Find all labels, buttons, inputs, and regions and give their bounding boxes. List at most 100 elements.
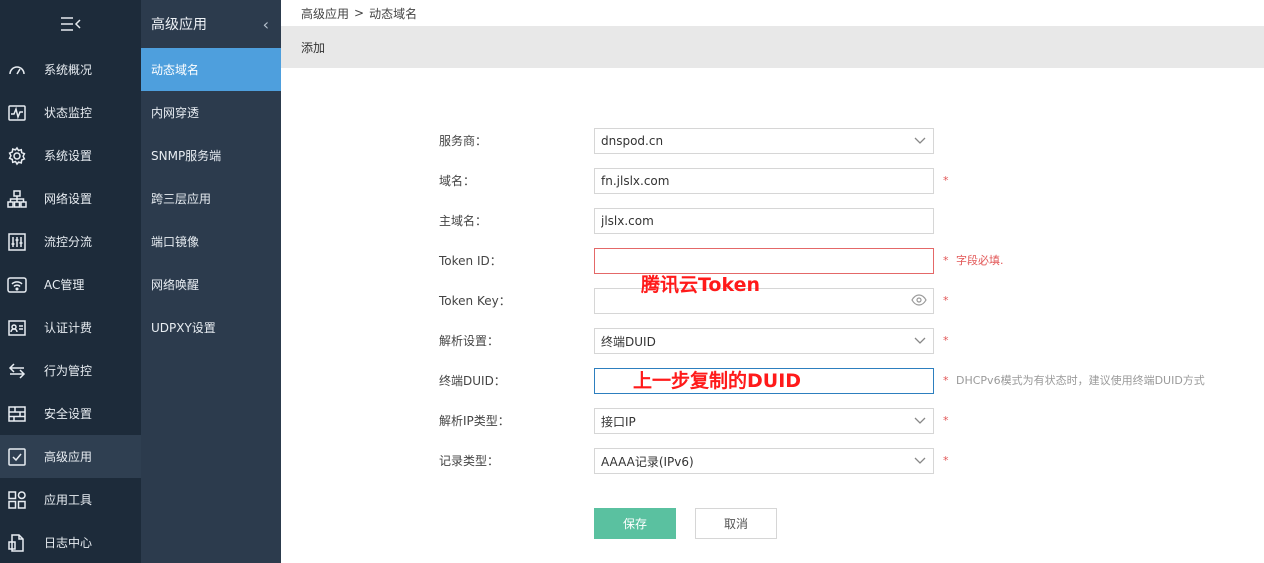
ip-type-select[interactable]: 接口IP	[594, 408, 934, 434]
domain-input[interactable]: fn.jlslx.com	[594, 168, 934, 194]
breadcrumb-parent[interactable]: 高级应用	[301, 5, 349, 22]
subnav-item-wol[interactable]: 网络唤醒	[141, 263, 281, 306]
record-type-select[interactable]: AAAA记录(IPv6)	[594, 448, 934, 474]
checklist-icon	[6, 446, 28, 468]
sidebar-item-auth[interactable]: 认证计费	[0, 306, 141, 349]
sidebar-item-label: 系统概况	[44, 63, 93, 77]
network-icon	[6, 188, 28, 210]
domain-label: 域名：	[439, 174, 476, 188]
form-row-ip-type: 解析IP类型： 接口IP *	[281, 408, 1264, 434]
chevron-left-icon[interactable]: ‹	[263, 15, 269, 34]
apps-icon	[6, 489, 28, 511]
provider-select[interactable]: dnspod.cn	[594, 128, 934, 154]
main-domain-input[interactable]: jlslx.com	[594, 208, 934, 234]
domain-value: fn.jlslx.com	[601, 174, 670, 188]
sidebar-item-label: 安全设置	[44, 407, 93, 421]
provider-label: 服务商：	[439, 134, 488, 148]
sidebar-item-monitor[interactable]: 状态监控	[0, 91, 141, 134]
sidebar-item-behavior[interactable]: 行为管控	[0, 349, 141, 392]
breadcrumb-current: 动态域名	[369, 6, 418, 21]
form-row-provider: 服务商： dnspod.cn	[281, 128, 1264, 154]
required-marker: *	[943, 294, 949, 307]
menu-collapse-icon[interactable]	[0, 0, 141, 48]
primary-sidebar: 系统概况 状态监控 系统设置 网络设置 流控分流 AC管理 认证计费 行为管控 …	[0, 0, 141, 563]
token-id-label: Token ID：	[439, 254, 502, 268]
save-button[interactable]: 保存	[594, 508, 676, 539]
required-marker: *	[943, 414, 949, 427]
secondary-sidebar-title: 高级应用	[151, 17, 207, 33]
sidebar-item-traffic[interactable]: 流控分流	[0, 220, 141, 263]
sidebar-item-label: 状态监控	[44, 106, 93, 120]
sidebar-item-log[interactable]: 日志中心	[0, 521, 141, 563]
subnav-item-udpxy[interactable]: UDPXY设置	[141, 306, 281, 349]
sidebar-item-label: 日志中心	[44, 536, 93, 550]
chevron-down-icon	[913, 134, 927, 148]
subnav-item-ddns[interactable]: 动态域名	[141, 48, 281, 91]
sidebar-item-label: 系统设置	[44, 149, 93, 163]
breadcrumb-separator: >	[354, 6, 365, 20]
form-row-resolve: 解析设置： 终端DUID *	[281, 328, 1264, 354]
required-marker: *	[943, 334, 949, 347]
monitor-icon	[6, 102, 28, 124]
panel-title: 添加	[281, 26, 1264, 68]
sidebar-item-label: 流控分流	[44, 235, 93, 249]
provider-value: dnspod.cn	[601, 134, 664, 148]
chevron-down-icon	[913, 334, 927, 348]
required-marker: *	[943, 454, 949, 467]
ip-type-value: 接口IP	[601, 414, 636, 429]
chevron-down-icon	[913, 454, 927, 468]
sidebar-item-label: 高级应用	[44, 450, 93, 464]
dashboard-icon	[6, 59, 28, 81]
resolve-label: 解析设置：	[439, 334, 500, 348]
sliders-icon	[6, 231, 28, 253]
subnav-item-snmp[interactable]: SNMP服务端	[141, 134, 281, 177]
record-type-label: 记录类型：	[439, 454, 500, 468]
sidebar-item-ac[interactable]: AC管理	[0, 263, 141, 306]
sidebar-item-label: AC管理	[44, 278, 85, 292]
resolve-value: 终端DUID	[601, 334, 656, 349]
sidebar-item-advanced[interactable]: 高级应用	[0, 435, 141, 478]
required-marker: *	[943, 374, 949, 387]
subnav-item-cross-layer3[interactable]: 跨三层应用	[141, 177, 281, 220]
token-id-error: 字段必填.	[956, 254, 1004, 267]
panel-title-text: 添加	[301, 40, 326, 55]
required-marker: *	[943, 254, 949, 267]
main-domain-label: 主域名：	[439, 214, 488, 228]
secondary-sidebar-header: 高级应用 ‹	[141, 0, 281, 48]
wifi-icon	[6, 274, 28, 296]
subnav-item-nat-traversal[interactable]: 内网穿透	[141, 91, 281, 134]
required-marker: *	[943, 174, 949, 187]
sidebar-item-label: 认证计费	[44, 321, 93, 335]
duid-label: 终端DUID：	[439, 374, 506, 388]
main-content: 高级应用 > 动态域名 添加 服务商： dnspod.cn 域名： fn.jls…	[281, 0, 1264, 563]
sidebar-item-network[interactable]: 网络设置	[0, 177, 141, 220]
token-key-label: Token Key：	[439, 294, 511, 308]
log-icon	[6, 532, 28, 554]
annotation-duid: 上一步复制的DUID	[633, 370, 802, 392]
sidebar-item-label: 行为管控	[44, 364, 93, 378]
sidebar-item-overview[interactable]: 系统概况	[0, 48, 141, 91]
cancel-button[interactable]: 取消	[695, 508, 777, 539]
eye-icon[interactable]	[911, 293, 927, 309]
sidebar-item-system-settings[interactable]: 系统设置	[0, 134, 141, 177]
arrows-icon	[6, 360, 28, 382]
form-row-token-id: Token ID： * 字段必填.	[281, 248, 1264, 274]
subnav-item-port-mirror[interactable]: 端口镜像	[141, 220, 281, 263]
resolve-select[interactable]: 终端DUID	[594, 328, 934, 354]
form-row-record-type: 记录类型： AAAA记录(IPv6) *	[281, 448, 1264, 474]
main-domain-value: jlslx.com	[601, 214, 654, 228]
gear-icon	[6, 145, 28, 167]
chevron-down-icon	[913, 414, 927, 428]
form-row-domain: 域名： fn.jlslx.com *	[281, 168, 1264, 194]
form-row-main-domain: 主域名： jlslx.com	[281, 208, 1264, 234]
duid-hint: DHCPv6模式为有状态时，建议使用终端DUID方式	[956, 374, 1205, 387]
sidebar-item-tools[interactable]: 应用工具	[0, 478, 141, 521]
sidebar-item-label: 网络设置	[44, 192, 93, 206]
id-card-icon	[6, 317, 28, 339]
firewall-icon	[6, 403, 28, 425]
breadcrumb: 高级应用 > 动态域名	[281, 0, 1264, 26]
form-row-token-key: Token Key： *	[281, 288, 1264, 314]
sidebar-item-security[interactable]: 安全设置	[0, 392, 141, 435]
secondary-sidebar: 高级应用 ‹ 动态域名 内网穿透 SNMP服务端 跨三层应用 端口镜像 网络唤醒…	[141, 0, 281, 563]
annotation-token: 腾讯云Token	[641, 274, 761, 296]
